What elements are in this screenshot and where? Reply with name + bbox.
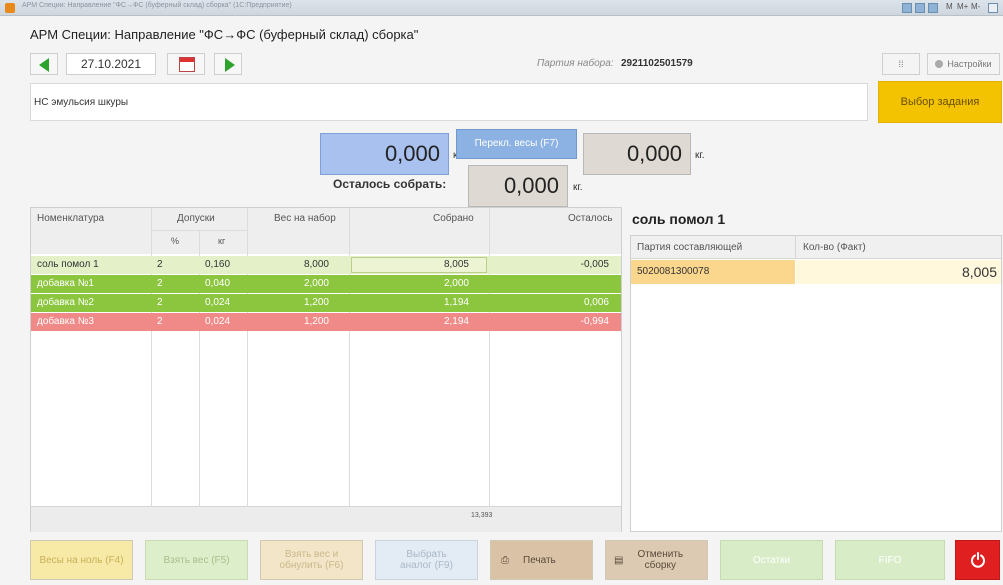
table-row[interactable]: добавка №1 2 0,040 2,000 2,000 bbox=[31, 275, 621, 293]
scale-left-display: 0,000 bbox=[320, 133, 449, 175]
row-collected: 8,005 bbox=[443, 259, 469, 270]
col-header-name[interactable]: Номенклатура bbox=[37, 213, 104, 224]
arrow-left-icon bbox=[39, 58, 49, 72]
switch-scales-button[interactable]: Перекл. весы (F7) bbox=[456, 129, 577, 159]
row-pct: 2 bbox=[157, 278, 163, 289]
leftovers-button[interactable]: Остатки bbox=[720, 540, 823, 580]
date-field[interactable]: 27.10.2021 bbox=[66, 53, 156, 75]
col-header-tol-kg[interactable]: кг bbox=[218, 236, 225, 246]
row-collected: 2,000 bbox=[443, 278, 469, 289]
row-kg: 0,040 bbox=[205, 278, 231, 289]
zero-scale-button[interactable]: Весы на ноль (F4) bbox=[30, 540, 133, 580]
print-label: Печать bbox=[523, 554, 556, 566]
window-panel-icon[interactable] bbox=[915, 3, 925, 13]
col-header-tol-pct[interactable]: % bbox=[171, 236, 179, 246]
settings-button[interactable]: Настройки bbox=[927, 53, 1000, 75]
row-name: добавка №2 bbox=[37, 297, 94, 308]
gear-icon bbox=[935, 60, 944, 68]
row-kg: 0,160 bbox=[205, 259, 231, 270]
party-label: Партия набора: bbox=[537, 58, 614, 69]
row-kg: 0,024 bbox=[205, 316, 231, 327]
table-row[interactable]: соль помол 1 2 0,160 8,000 8,005 -0,005 bbox=[31, 256, 621, 274]
numeric-keypad-button[interactable]: ⁞⁞ bbox=[882, 53, 920, 75]
table-row[interactable]: добавка №3 2 0,024 1,200 2,194 -0,994 bbox=[31, 313, 621, 331]
col-header-target[interactable]: Вес на набор bbox=[274, 213, 336, 224]
current-task-field[interactable]: НС эмульсия шкуры bbox=[30, 83, 868, 121]
component-table: Партия составляющей Кол-во (Факт) 502008… bbox=[630, 235, 1002, 532]
arrow-right-icon bbox=[225, 58, 235, 72]
col-header-tolerance[interactable]: Допуски bbox=[177, 213, 215, 224]
col-header-remaining[interactable]: Осталось bbox=[568, 213, 613, 224]
row-collected: 1,194 bbox=[443, 297, 469, 308]
memory-plus-icon[interactable]: M+ bbox=[957, 2, 968, 11]
calendar-button[interactable] bbox=[167, 53, 205, 75]
items-table: Номенклатура Допуски % кг Вес на набор С… bbox=[30, 207, 622, 532]
cancel-assembly-line2: сборку bbox=[644, 560, 676, 571]
row-target: 1,200 bbox=[303, 316, 329, 327]
scale-right-display: 0,000 bbox=[583, 133, 691, 175]
row-collected: 2,194 bbox=[443, 316, 469, 327]
row-remaining: 0,006 bbox=[583, 297, 609, 308]
row-pct: 2 bbox=[157, 259, 163, 270]
remaining-label: Осталось собрать: bbox=[333, 177, 447, 191]
component-title: соль помол 1 bbox=[632, 211, 726, 227]
settings-label: Настройки bbox=[947, 59, 992, 69]
cancel-assembly-label: Отменить сборку bbox=[637, 549, 683, 571]
take-weight-reset-line1: Взять вес и bbox=[284, 549, 339, 560]
window-title: АРМ Специи: Направление "ФС→ФС (буферный… bbox=[22, 2, 292, 9]
take-weight-reset-line2: обнулить (F6) bbox=[279, 560, 344, 571]
table-row[interactable]: 5020081300078 8,005 bbox=[631, 260, 1001, 284]
col-header-qty[interactable]: Кол-во (Факт) bbox=[803, 242, 866, 253]
print-button[interactable]: ⎙ Печать bbox=[490, 540, 593, 580]
row-remaining: -0,994 bbox=[580, 316, 609, 327]
table-footer: 13,393 bbox=[31, 506, 621, 532]
window-panel-icon[interactable] bbox=[902, 3, 912, 13]
row-name: добавка №1 bbox=[37, 278, 94, 289]
row-remaining: -0,005 bbox=[580, 259, 609, 270]
party-value: 2921102501579 bbox=[621, 58, 693, 69]
document-icon: ▤ bbox=[614, 554, 624, 566]
col-header-party[interactable]: Партия составляющей bbox=[637, 242, 742, 253]
memory-icon[interactable]: M bbox=[946, 2, 953, 11]
component-table-header: Партия составляющей Кол-во (Факт) bbox=[631, 236, 1001, 259]
page-title: АРМ Специи: Направление "ФС→ФС (буферный… bbox=[30, 27, 419, 42]
exit-button[interactable] bbox=[955, 540, 1000, 580]
calendar-icon bbox=[179, 57, 195, 72]
take-weight-reset-button[interactable]: Взять вес и обнулить (F6) bbox=[260, 540, 363, 580]
row-target: 2,000 bbox=[303, 278, 329, 289]
take-weight-button[interactable]: Взять вес (F5) bbox=[145, 540, 248, 580]
scale-right-unit: кг. bbox=[695, 150, 705, 161]
fifo-button[interactable]: FIFO bbox=[835, 540, 945, 580]
row-target: 8,000 bbox=[303, 259, 329, 270]
row-name: соль помол 1 bbox=[37, 259, 99, 270]
cancel-assembly-button[interactable]: ▤ Отменить сборку bbox=[605, 540, 708, 580]
memory-minus-icon[interactable]: M- bbox=[971, 2, 980, 11]
row-pct: 2 bbox=[157, 316, 163, 327]
power-icon bbox=[970, 552, 985, 568]
window-panel-icon[interactable] bbox=[928, 3, 938, 13]
choose-analog-line1: Выбрать bbox=[406, 549, 447, 560]
next-date-button[interactable] bbox=[214, 53, 242, 75]
printer-icon: ⎙ bbox=[501, 554, 509, 566]
row-pct: 2 bbox=[157, 297, 163, 308]
restore-icon[interactable] bbox=[988, 3, 998, 13]
col-header-collected[interactable]: Собрано bbox=[433, 213, 474, 224]
row-qty: 8,005 bbox=[961, 264, 997, 280]
choose-analog-line2: аналог (F9) bbox=[400, 560, 453, 571]
table-row[interactable]: добавка №2 2 0,024 1,200 1,194 0,006 bbox=[31, 294, 621, 312]
row-party: 5020081300078 bbox=[637, 266, 710, 277]
select-task-button[interactable]: Выбор задания bbox=[878, 81, 1002, 123]
keypad-icon: ⁞⁞ bbox=[898, 59, 904, 69]
row-name: добавка №3 bbox=[37, 316, 94, 327]
remaining-display: 0,000 bbox=[468, 165, 568, 207]
cancel-assembly-line1: Отменить bbox=[637, 549, 684, 560]
choose-analog-button[interactable]: Выбрать аналог (F9) bbox=[375, 540, 478, 580]
row-kg: 0,024 bbox=[205, 297, 231, 308]
prev-date-button[interactable] bbox=[30, 53, 58, 75]
window-title-bar: АРМ Специи: Направление "ФС→ФС (буферный… bbox=[0, 0, 1003, 16]
total-collected: 13,393 bbox=[471, 512, 493, 519]
remaining-unit: кг. bbox=[573, 182, 583, 193]
row-target: 1,200 bbox=[303, 297, 329, 308]
app-icon bbox=[5, 3, 15, 13]
